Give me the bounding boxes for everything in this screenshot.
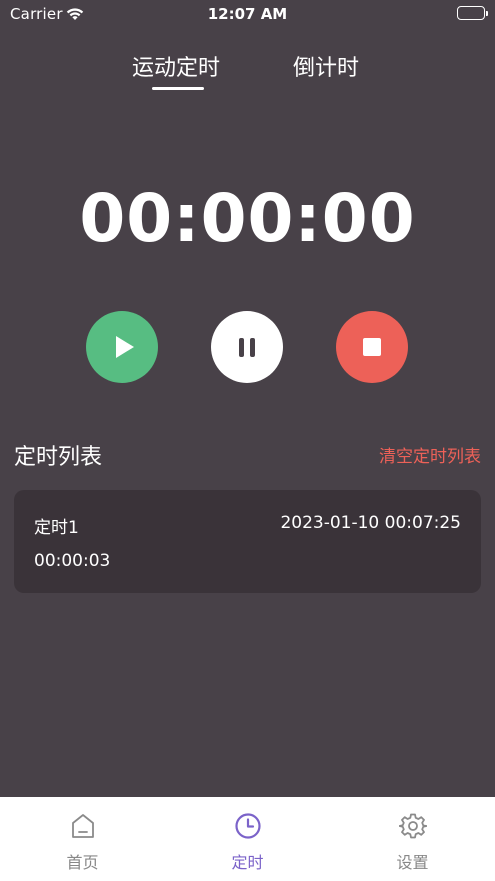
pause-icon	[239, 337, 255, 357]
status-bar: Carrier 12:07 AM	[0, 0, 495, 28]
tab-countdown[interactable]: 倒计时	[293, 50, 359, 82]
timer-display: 00:00:00	[79, 180, 416, 257]
tab-settings-label: 设置	[396, 853, 429, 872]
pause-button[interactable]	[211, 311, 283, 383]
clock-icon	[234, 812, 262, 844]
home-icon	[70, 812, 96, 844]
stop-icon	[363, 338, 381, 356]
active-tab-indicator	[152, 87, 204, 90]
play-button[interactable]	[86, 311, 158, 383]
stopwatch-screen: Carrier 12:07 AM 运动定时 倒计时 00:00:00 定时列表 …	[0, 0, 495, 881]
play-icon	[115, 336, 134, 358]
battery-icon	[457, 6, 488, 20]
list-item[interactable]: 定时1 2023-01-10 00:07:25 00:00:03	[14, 490, 481, 593]
tab-home[interactable]: 首页	[0, 797, 165, 881]
clear-list-button[interactable]: 清空定时列表	[379, 442, 481, 467]
record-name: 定时1	[34, 518, 79, 538]
record-duration: 00:00:03	[34, 551, 111, 571]
status-time: 12:07 AM	[207, 5, 288, 23]
tab-settings[interactable]: 设置	[330, 797, 495, 881]
tab-timer[interactable]: 定时	[165, 797, 330, 881]
bottom-tab-bar: 首页 定时 设置	[0, 797, 495, 881]
gear-icon	[398, 812, 427, 844]
timer-list-title: 定时列表	[14, 445, 103, 470]
tab-timer-label: 定时	[231, 853, 264, 872]
stop-button[interactable]	[336, 311, 408, 383]
tab-home-label: 首页	[66, 853, 99, 872]
record-datetime: 2023-01-10 00:07:25	[280, 513, 461, 533]
tab-sport-timer[interactable]: 运动定时	[132, 50, 220, 82]
